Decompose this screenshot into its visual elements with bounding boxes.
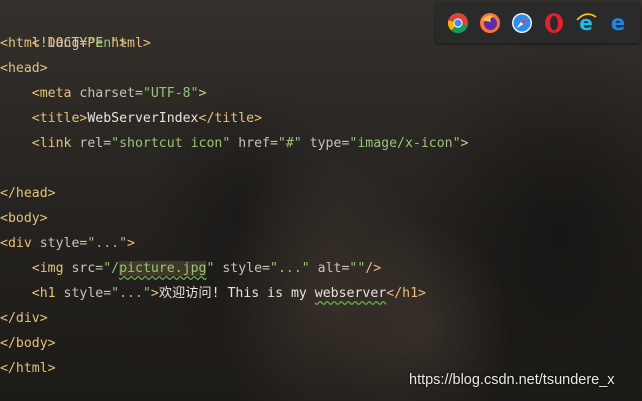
browser-preview-bar: e e (436, 3, 640, 43)
tag-token: /> (365, 261, 382, 276)
tag-token: <body> (0, 211, 48, 226)
string-token: "/ (103, 261, 120, 276)
string-token: "UTF-8" (142, 86, 199, 101)
svg-text:e: e (611, 12, 625, 34)
attr-token: style= (31, 236, 88, 251)
tag-token: </h1> (386, 286, 426, 301)
code-line-8: </head> (0, 181, 56, 206)
string-token: "..." (270, 261, 310, 276)
code-line-1: <!DOCTYPE html> (0, 6, 151, 51)
text-token: WebServerIndex (87, 111, 199, 126)
tag-token: </div> (0, 311, 48, 326)
code-line-6: <link rel="shortcut icon" href="#" type=… (0, 131, 469, 156)
string-token: "#" (277, 136, 302, 151)
tag-token: > (460, 136, 469, 151)
tag-token: <link (31, 136, 72, 151)
code-line-14: </body> (0, 331, 56, 356)
code-line-13: </div> (0, 306, 48, 331)
attr-token: alt= (309, 261, 350, 276)
code-line-4: <meta charset="UTF-8"> (0, 81, 207, 106)
tag-token: > (119, 36, 128, 51)
firefox-icon[interactable] (479, 12, 501, 34)
attr-token: lang= (39, 36, 88, 51)
safari-icon[interactable] (511, 12, 533, 34)
code-line-9: <body> (0, 206, 48, 231)
text-token-spellcheck: webserver (314, 286, 387, 301)
code-line-10: <div style="..."> (0, 231, 135, 256)
tag-token: <head> (0, 61, 48, 76)
attr-token: charset= (71, 86, 143, 101)
tag-token: <div (0, 236, 32, 251)
string-token: "" (349, 261, 366, 276)
tag-token: </html> (0, 361, 56, 376)
attr-token: rel= (71, 136, 112, 151)
code-line-11: <img src="/picture.jpg" style="..." alt=… (0, 256, 381, 281)
ie-icon[interactable]: e (575, 12, 597, 34)
tag-token: > (198, 86, 207, 101)
attr-token: style= (55, 286, 112, 301)
string-token: "en" (87, 36, 120, 51)
tag-token: <img (31, 261, 64, 276)
code-line-2: <html lang="en"> (0, 31, 127, 56)
string-token: "..." (111, 286, 151, 301)
tag-token: <title> (31, 111, 88, 126)
attr-token: style= (214, 261, 270, 276)
code-line-15: </html> (0, 356, 56, 381)
code-line-5: <title>WebServerIndex</title> (0, 106, 262, 131)
watermark-url: https://blog.csdn.net/tsundere_x (409, 372, 615, 388)
edge-icon[interactable]: e (607, 12, 629, 34)
code-line-3: <head> (0, 56, 48, 81)
tag-token: <h1 (31, 286, 56, 301)
attr-token: type= (301, 136, 350, 151)
string-token: "..." (87, 236, 128, 251)
tag-token: <meta (31, 86, 72, 101)
code-editor[interactable]: <!DOCTYPE html> <html lang="en"> <head> … (0, 0, 642, 401)
string-token: "image/x-icon" (349, 136, 461, 151)
attr-token: src= (63, 261, 104, 276)
chrome-icon[interactable] (447, 12, 469, 34)
tag-token: </head> (0, 186, 56, 201)
string-token: "shortcut icon" (111, 136, 231, 151)
string-token-highlighted: picture.jpg (119, 261, 207, 276)
opera-icon[interactable] (543, 12, 565, 34)
tag-token: </body> (0, 336, 56, 351)
code-line-12: <h1 style="...">欢迎访问! This is my webserv… (0, 281, 426, 306)
tag-token: </title> (198, 111, 263, 126)
attr-token: href= (230, 136, 278, 151)
text-token: 欢迎访问! This is my (158, 286, 315, 301)
tag-token: <html (0, 36, 40, 51)
tag-token: > (127, 236, 135, 251)
tag-token: > (150, 286, 159, 301)
